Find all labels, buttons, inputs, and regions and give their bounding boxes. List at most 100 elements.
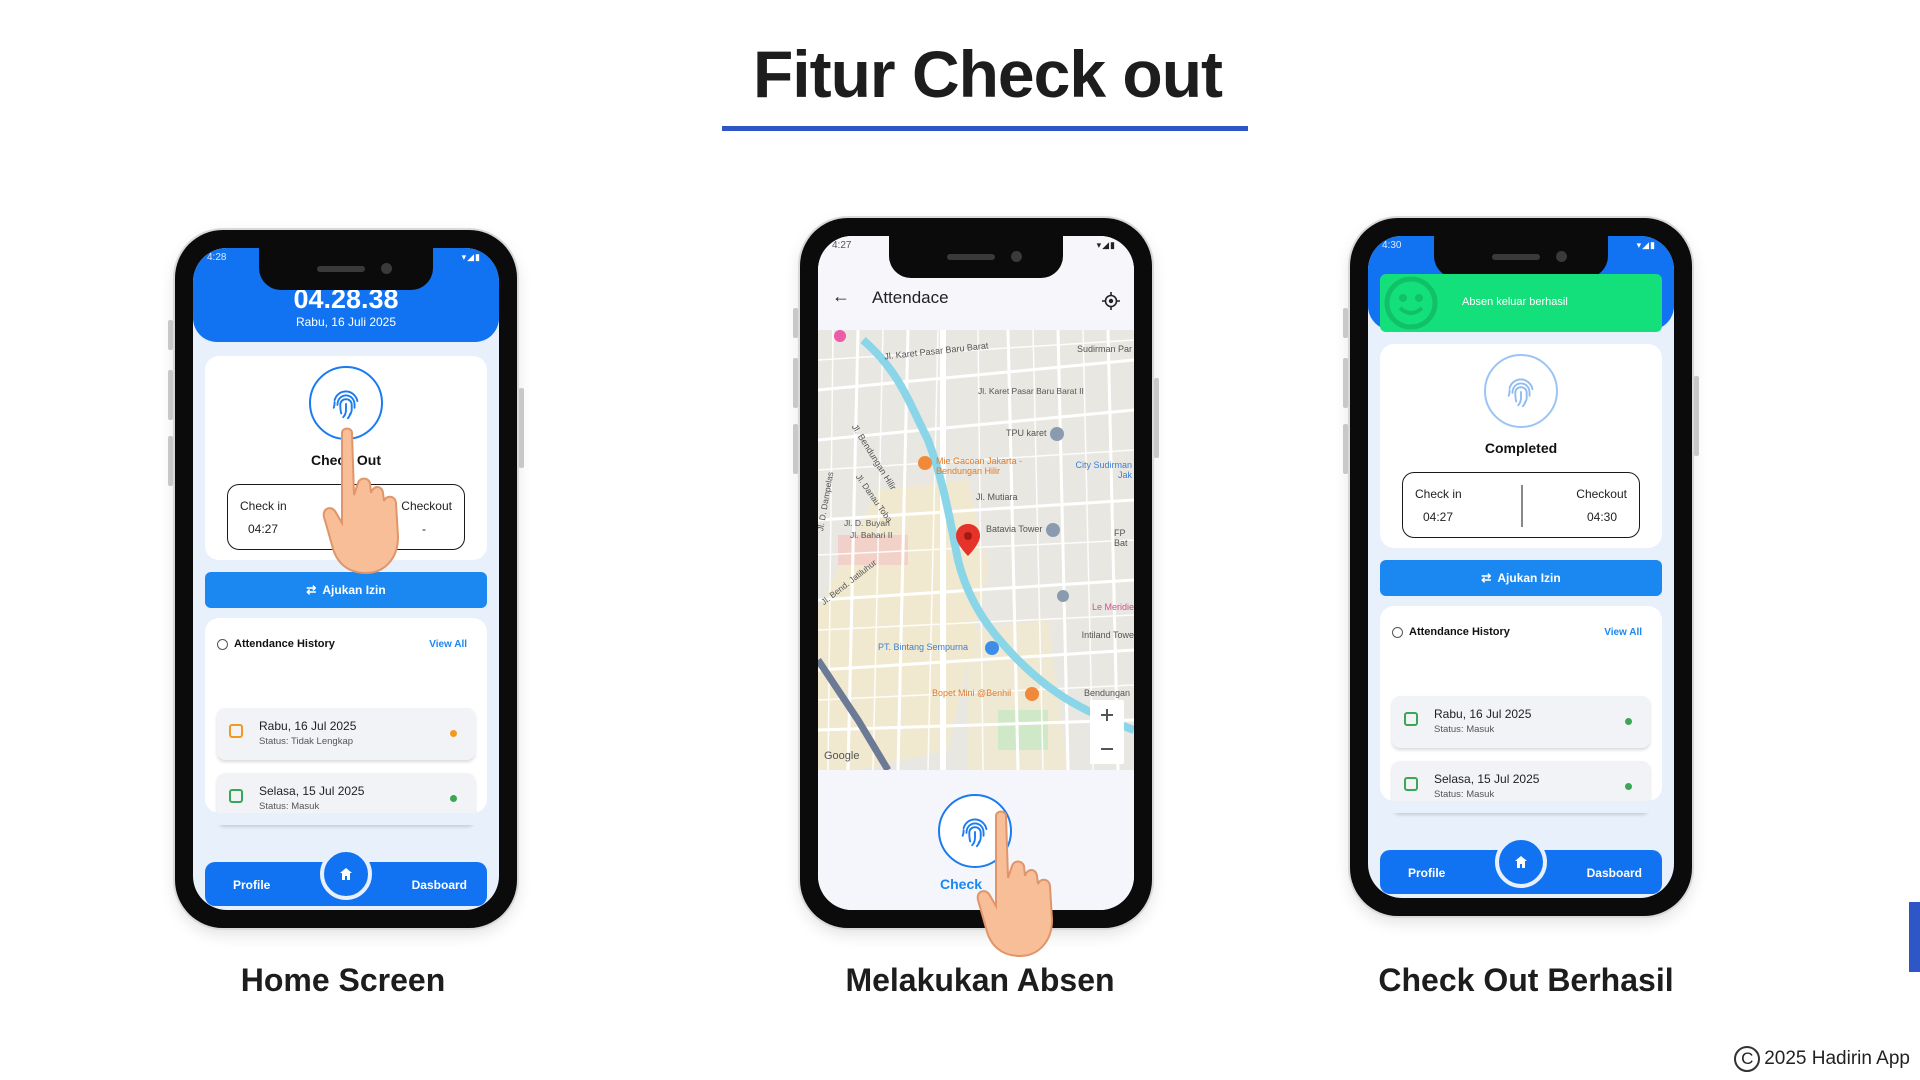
slide-title: Fitur Check out bbox=[752, 37, 1223, 111]
checkout-label: Checkout bbox=[1576, 487, 1627, 501]
home-icon bbox=[340, 868, 352, 880]
hand-pointer-icon bbox=[976, 810, 1054, 958]
home-icon bbox=[1515, 856, 1527, 868]
map-label: Intiland Towe bbox=[1081, 630, 1134, 640]
status-dot bbox=[1625, 718, 1632, 725]
phone-screen: 4:30 ▾◢▮ Absen keluar berhasil Completed… bbox=[1368, 236, 1674, 898]
history-date: Selasa, 15 Jul 2025 bbox=[1434, 772, 1540, 786]
check-in-value: 04:27 bbox=[1423, 510, 1454, 524]
date-display: Rabu, 16 Juli 2025 bbox=[295, 315, 397, 329]
status-time: 4:30 bbox=[1382, 240, 1402, 251]
phone-screen: 4:28 ▾◢▮ 04.28.38 Rabu, 16 Juli 2025 Che… bbox=[193, 248, 499, 910]
google-logo: Google bbox=[824, 750, 860, 762]
phone-check-out-success: 4:30 ▾◢▮ Absen keluar berhasil Completed… bbox=[1343, 218, 1699, 916]
ajukan-izin-button[interactable]: ⇄ Ajukan Izin bbox=[205, 572, 487, 608]
nav-profile[interactable]: Profile bbox=[1408, 866, 1445, 880]
side-accent-bar bbox=[1909, 902, 1920, 972]
caption-home-screen: Home Screen bbox=[240, 962, 446, 998]
map-label: Jl. D. Buyan bbox=[844, 518, 890, 528]
check-in-label: Check in bbox=[240, 499, 287, 513]
history-status: Status: Masuk bbox=[1434, 724, 1495, 735]
calendar-icon bbox=[1404, 777, 1418, 791]
status-dot bbox=[450, 730, 457, 737]
nav-dashboard[interactable]: Dasboard bbox=[412, 878, 467, 892]
status-icons: ▾◢▮ bbox=[1096, 240, 1116, 250]
map-view[interactable]: Jl. Karet Pasar Baru Barat Sudirman Par … bbox=[818, 330, 1134, 770]
fingerprint-button bbox=[1484, 354, 1558, 428]
home-button[interactable] bbox=[320, 848, 372, 900]
history-title: Attendance History bbox=[217, 638, 335, 650]
ajukan-izin-label: Ajukan Izin bbox=[322, 583, 386, 597]
attendance-history-card: Attendance History View All Rabu, 16 Jul… bbox=[205, 618, 487, 825]
zoom-out-button[interactable] bbox=[1090, 732, 1124, 764]
history-date: Selasa, 15 Jul 2025 bbox=[259, 784, 365, 798]
checkout-value: - bbox=[422, 522, 426, 536]
history-title-text: Attendance History bbox=[234, 638, 335, 650]
check-in-label: Check in bbox=[1415, 487, 1462, 501]
map-label: Jl. Bahari II bbox=[850, 530, 893, 540]
smile-icon bbox=[1384, 276, 1438, 330]
title-underline bbox=[722, 126, 1248, 131]
history-status: Status: Masuk bbox=[1434, 789, 1495, 800]
clock-icon bbox=[217, 638, 228, 650]
toast-message: Absen keluar berhasil bbox=[1462, 296, 1568, 308]
status-icons: ▾◢▮ bbox=[1636, 240, 1656, 250]
calendar-icon bbox=[1404, 712, 1418, 726]
history-date: Rabu, 16 Jul 2025 bbox=[259, 719, 357, 733]
back-arrow-icon[interactable]: ← bbox=[832, 286, 850, 307]
clock-icon bbox=[1392, 626, 1403, 638]
caption-melakukan-absen: Melakukan Absen bbox=[845, 962, 1115, 998]
footer: C 2025 Hadirin App bbox=[1734, 1046, 1910, 1072]
map-label: FP Bat bbox=[1114, 528, 1128, 548]
map-label: Batavia Tower bbox=[986, 524, 1043, 534]
map-label: Bopet Mini @Benhil bbox=[932, 688, 1012, 698]
status-time: 4:28 bbox=[207, 252, 227, 263]
my-location-icon[interactable] bbox=[1102, 292, 1120, 310]
zoom-in-button[interactable] bbox=[1090, 700, 1124, 732]
check-in-value: 04:27 bbox=[248, 522, 279, 536]
hand-pointer-icon bbox=[322, 427, 400, 575]
location-pin-icon bbox=[956, 524, 980, 556]
map-label: Mie Gacoan Jakarta - Bendungan Hilir bbox=[936, 456, 1023, 476]
checkout-label: Checkout bbox=[401, 499, 452, 513]
attendance-history-card: Attendance History View All Rabu, 16 Jul… bbox=[1380, 606, 1662, 813]
history-item[interactable]: Rabu, 16 Jul 2025 Status: Masuk bbox=[1392, 696, 1650, 748]
history-title: Attendance History bbox=[1392, 626, 1510, 638]
history-item[interactable]: Rabu, 16 Jul 2025 Status: Tidak Lengkap bbox=[217, 708, 475, 760]
status-icons: ▾◢▮ bbox=[461, 252, 481, 262]
caption-check-out-berhasil: Check Out Berhasil bbox=[1378, 962, 1674, 998]
status-dot bbox=[450, 795, 457, 802]
calendar-icon bbox=[229, 789, 243, 803]
completed-label: Completed bbox=[1484, 440, 1558, 456]
success-toast: Absen keluar berhasil bbox=[1380, 274, 1662, 332]
view-all-link[interactable]: View All bbox=[429, 639, 467, 650]
history-title-text: Attendance History bbox=[1409, 626, 1510, 638]
leave-request-icon: ⇄ bbox=[1481, 571, 1492, 585]
nav-dashboard[interactable]: Dasboard bbox=[1587, 866, 1642, 880]
map-label: Jl. Mutiara bbox=[976, 492, 1018, 502]
history-date: Rabu, 16 Jul 2025 bbox=[1434, 707, 1532, 721]
status-dot bbox=[1625, 783, 1632, 790]
view-all-link[interactable]: View All bbox=[1604, 627, 1642, 638]
checkout-value: 04:30 bbox=[1586, 510, 1617, 524]
map-label: Le Meridie bbox=[1091, 602, 1134, 612]
history-status: Status: Tidak Lengkap bbox=[259, 736, 354, 747]
ajukan-izin-button[interactable]: ⇄ Ajukan Izin bbox=[1380, 560, 1662, 596]
map-label: City Sudirman Jak bbox=[1075, 460, 1132, 480]
calendar-icon bbox=[229, 724, 243, 738]
copyright-icon: C bbox=[1734, 1046, 1761, 1072]
map-label: Bendungan bbox=[1083, 688, 1130, 698]
map-label: Jl. Karet Pasar Baru Barat II bbox=[978, 386, 1084, 396]
divider bbox=[1521, 485, 1523, 527]
fingerprint-icon bbox=[332, 390, 359, 420]
footer-text: 2025 Hadirin App bbox=[1764, 1048, 1910, 1069]
leave-request-icon: ⇄ bbox=[306, 583, 317, 597]
check-card: Completed Check in 04:27 Checkout 04:30 bbox=[1380, 344, 1662, 548]
nav-profile[interactable]: Profile bbox=[233, 878, 270, 892]
page-title: Attendace bbox=[872, 288, 949, 307]
history-status: Status: Masuk bbox=[259, 801, 320, 812]
phone-home-screen: 4:28 ▾◢▮ 04.28.38 Rabu, 16 Juli 2025 Che… bbox=[168, 230, 524, 928]
home-button[interactable] bbox=[1495, 836, 1547, 888]
ajukan-izin-label: Ajukan Izin bbox=[1497, 571, 1561, 585]
status-time: 4:27 bbox=[832, 240, 852, 251]
